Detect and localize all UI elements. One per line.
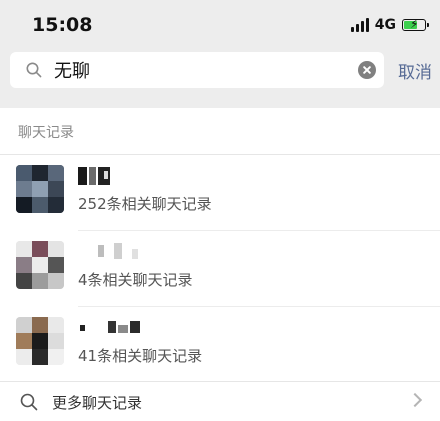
search-bar: 取消 <box>0 48 440 92</box>
charging-icon: ⚡ <box>410 17 419 31</box>
status-indicators: 4G ⚡ <box>350 14 429 36</box>
avatar <box>16 241 64 289</box>
more-chat-records-label: 更多聊天记录 <box>52 394 143 412</box>
avatar <box>16 165 64 213</box>
clear-icon[interactable] <box>358 61 376 79</box>
battery-icon: ⚡ <box>402 17 429 31</box>
chevron-right-icon <box>407 392 423 408</box>
search-results: 聊天记录 252条相关聊天记录 4条相关聊天记录 41条相关聊天记录 更多聊天记… <box>0 108 440 421</box>
result-count: 41条相关聊天记录 <box>78 347 203 365</box>
status-bar: 15:08 4G ⚡ <box>0 0 440 48</box>
search-icon <box>26 62 42 78</box>
chat-result-item[interactable]: 41条相关聊天记录 <box>0 307 440 383</box>
cancel-button[interactable]: 取消 <box>398 58 432 83</box>
chat-result-item[interactable]: 252条相关聊天记录 <box>0 155 440 231</box>
chat-result-item[interactable]: 4条相关聊天记录 <box>0 231 440 307</box>
result-count: 4条相关聊天记录 <box>78 271 193 289</box>
search-field-container[interactable] <box>10 52 384 88</box>
result-count: 252条相关聊天记录 <box>78 195 212 213</box>
divider <box>0 381 440 382</box>
signal-icon <box>350 18 369 32</box>
status-time: 15:08 <box>32 14 93 36</box>
search-input[interactable] <box>54 58 354 82</box>
more-chat-records-button[interactable]: 更多聊天记录 <box>0 381 440 421</box>
avatar <box>16 317 64 365</box>
search-icon <box>20 393 38 411</box>
section-title: 聊天记录 <box>18 125 74 141</box>
network-type: 4G <box>374 17 396 33</box>
